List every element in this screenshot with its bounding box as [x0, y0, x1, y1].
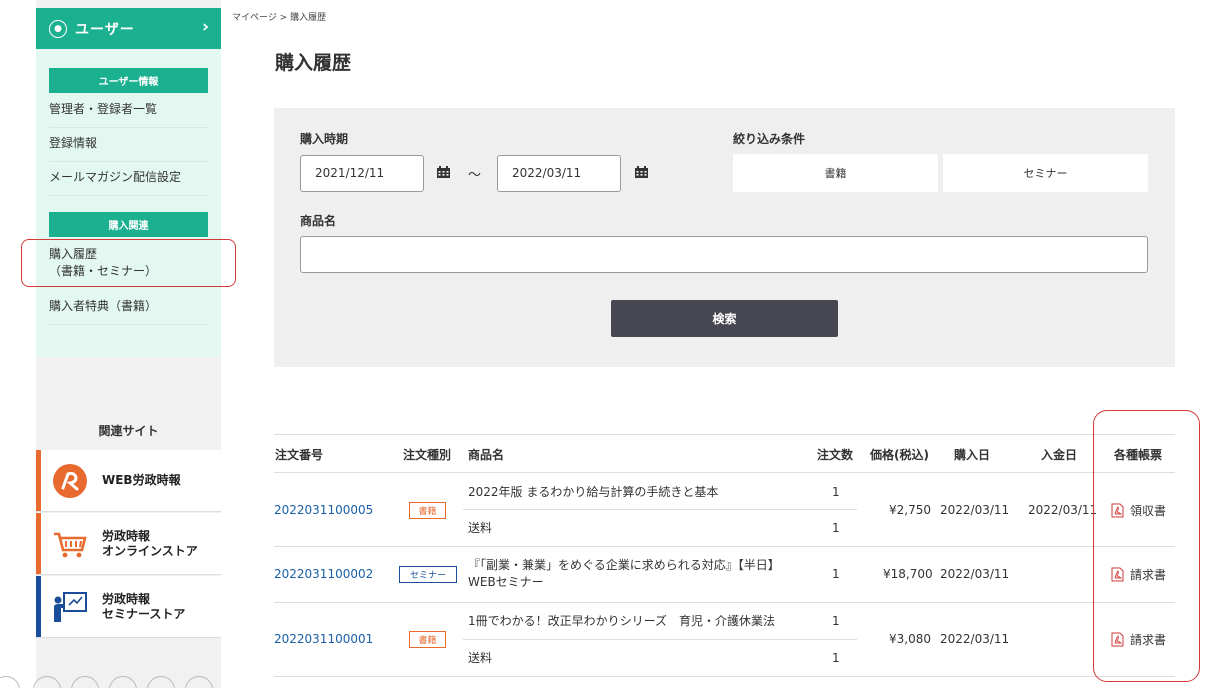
- accent-bar: [36, 513, 41, 574]
- header-payment-date: 入金日: [1041, 448, 1078, 462]
- search-button[interactable]: 検索: [611, 300, 838, 337]
- related-site-label: WEB労政時報: [102, 473, 181, 487]
- price: ¥2,750: [889, 503, 931, 517]
- table-header-border: [274, 472, 1175, 473]
- price: ¥18,700: [883, 567, 933, 581]
- header-order-no: 注文番号: [275, 448, 324, 462]
- purchase-date: 2022/03/11: [940, 632, 1010, 646]
- toolbar-icon[interactable]: [109, 676, 137, 688]
- user-menu-header[interactable]: ● ユーザー ›: [36, 8, 221, 49]
- quantity: 1: [832, 567, 840, 581]
- toolbar-icon[interactable]: [33, 676, 61, 688]
- related-site-seminar-store[interactable]: 労政時報 セミナーストア: [36, 576, 221, 638]
- product-name-input[interactable]: [300, 236, 1148, 273]
- sidebar-item-admin-list[interactable]: 管理者・登録者一覧: [49, 101, 209, 128]
- header-quantity: 注文数: [817, 448, 854, 462]
- quantity: 1: [832, 485, 840, 499]
- related-site-label: 労政時報 セミナーストア: [102, 591, 186, 621]
- active-item-highlight: [21, 239, 236, 287]
- toolbar-icon[interactable]: [185, 676, 213, 688]
- user-icon: ●: [49, 19, 67, 38]
- presenter-icon: [50, 587, 90, 627]
- sidebar-menu-panel: ユーザー情報 管理者・登録者一覧 登録情報 メールマガジン配信設定 購入関連 購…: [36, 49, 221, 357]
- accent-bar: [36, 450, 41, 511]
- calendar-icon[interactable]: [437, 166, 450, 178]
- quantity: 1: [832, 614, 840, 628]
- calendar-icon[interactable]: [635, 166, 648, 178]
- purchase-date: 2022/03/11: [940, 503, 1010, 517]
- filter-label: 絞り込み条件: [733, 132, 806, 146]
- floating-toolbar: [0, 676, 220, 688]
- row-border: [274, 546, 1175, 547]
- sidebar-item-buyer-benefits[interactable]: 購入者特典（書籍）: [49, 298, 209, 325]
- order-type-badge: 書籍: [409, 502, 446, 519]
- row-border: [274, 676, 1175, 677]
- sidebar-item-registration-info[interactable]: 登録情報: [49, 135, 209, 162]
- header-price: 価格(税込): [870, 448, 929, 462]
- web-rousei-logo-icon: [50, 461, 90, 501]
- toolbar-icon[interactable]: [71, 676, 99, 688]
- date-from-input[interactable]: 2021/12/11: [300, 155, 424, 192]
- order-number-link[interactable]: 2022031100001: [274, 631, 373, 648]
- product-name: 1冊でわかる！改正早わかりシリーズ 育児・介護休業法: [468, 614, 776, 628]
- cart-icon: [50, 524, 90, 564]
- row-border: [274, 602, 1175, 603]
- order-number-link[interactable]: 2022031100002: [274, 566, 373, 583]
- related-site-label: 労政時報 オンラインストア: [102, 528, 198, 558]
- documents-column-highlight: [1093, 410, 1200, 682]
- user-menu-label: ユーザー: [75, 21, 135, 38]
- order-type-badge: セミナー: [399, 566, 457, 583]
- filter-books-button[interactable]: 書籍: [733, 154, 938, 192]
- period-label: 購入時期: [300, 132, 349, 146]
- payment-date: 2022/03/11: [1028, 503, 1098, 517]
- sidebar-item-mail-magazine[interactable]: メールマガジン配信設定: [49, 169, 209, 196]
- product-name: 送料: [468, 651, 493, 665]
- quantity: 1: [832, 521, 840, 535]
- section-title-purchase: 購入関連: [49, 212, 208, 237]
- product-name: 『「副業・兼業」をめぐる企業に求められる対応』【半日】 WEBセミナー: [468, 558, 780, 589]
- date-range-separator: ～: [468, 168, 482, 183]
- toolbar-icon[interactable]: [0, 676, 20, 688]
- quantity: 1: [832, 651, 840, 665]
- accent-bar: [36, 576, 41, 637]
- product-name: 送料: [468, 521, 493, 535]
- toolbar-icon[interactable]: [147, 676, 175, 688]
- price: ¥3,080: [889, 632, 931, 646]
- order-number-link[interactable]: 2022031100005: [274, 502, 373, 519]
- related-site-online-store[interactable]: 労政時報 オンラインストア: [36, 513, 221, 575]
- purchase-date: 2022/03/11: [940, 567, 1010, 581]
- header-purchase-date: 購入日: [954, 448, 991, 462]
- order-type-badge: 書籍: [409, 631, 446, 648]
- product-name: 2022年版 まるわかり給与計算の手続きと基本: [468, 485, 719, 499]
- filter-seminar-button[interactable]: セミナー: [943, 154, 1148, 192]
- item-divider: [463, 509, 857, 510]
- section-title-user-info: ユーザー情報: [49, 68, 208, 93]
- item-divider: [463, 639, 857, 640]
- page-title: 購入履歴: [275, 52, 352, 74]
- date-to-input[interactable]: 2022/03/11: [497, 155, 621, 192]
- header-order-type: 注文種別: [403, 448, 452, 462]
- chevron-right-icon: ›: [201, 17, 209, 37]
- table-top-border: [274, 434, 1175, 435]
- breadcrumb[interactable]: マイページ > 購入履歴: [232, 10, 326, 23]
- header-product-name: 商品名: [468, 448, 505, 462]
- search-panel: 購入時期 2021/12/11 ～ 2022/03/11 絞り込み条件 書籍 セ…: [274, 108, 1175, 367]
- related-sites-title: 関連サイト: [98, 424, 159, 438]
- product-name-label: 商品名: [300, 214, 337, 228]
- related-site-web-rousei[interactable]: WEB労政時報: [36, 450, 221, 512]
